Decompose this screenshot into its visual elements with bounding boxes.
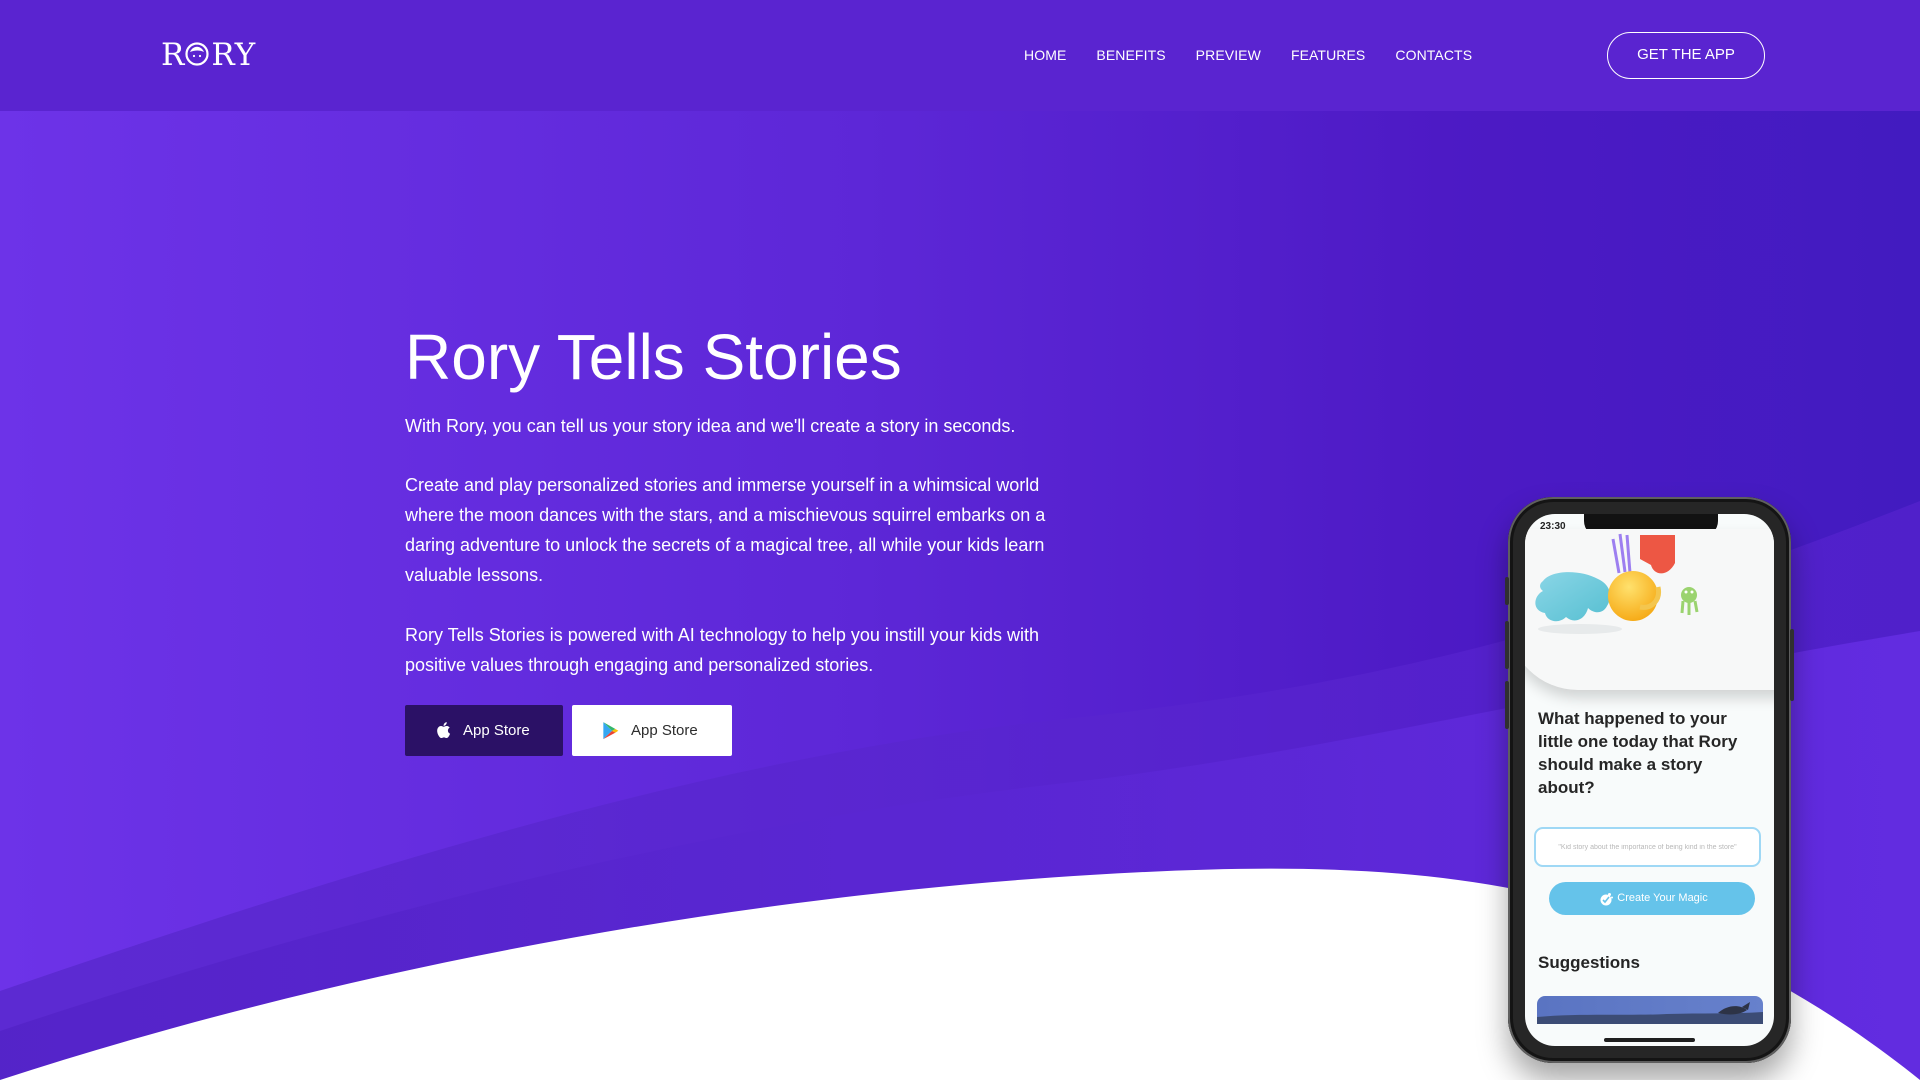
phone-mockup: 23:30 What happened to your little one t… xyxy=(1505,497,1794,1063)
landing-page: R RY HOME BENEFITS PREVIEW FEATURES CONTA… xyxy=(0,0,1920,1080)
create-your-magic-button[interactable]: Create Your Magic xyxy=(1549,882,1755,915)
hero-subtitle: With Rory, you can tell us your story id… xyxy=(405,416,1016,436)
phone-screen: 23:30 What happened to your little one t… xyxy=(1525,514,1774,1046)
nav-home[interactable]: HOME xyxy=(1024,48,1066,62)
story-illustration-card xyxy=(1525,529,1774,690)
suggestion-card-image xyxy=(1537,1002,1763,1024)
phone-power-button xyxy=(1790,629,1794,701)
phone-volume-up xyxy=(1505,621,1509,669)
hero-copy: Rory Tells Stories With Rory, you can te… xyxy=(405,318,1055,680)
phone-mute-switch xyxy=(1505,577,1509,605)
story-illustration xyxy=(1535,533,1699,634)
google-play-store-button[interactable]: App Store xyxy=(572,705,732,756)
primary-navigation: HOME BENEFITS PREVIEW FEATURES CONTACTS xyxy=(1024,48,1502,62)
google-play-store-label: App Store xyxy=(631,722,698,739)
nav-benefits[interactable]: BENEFITS xyxy=(1096,48,1165,62)
logo-text-rest: RY xyxy=(211,37,257,73)
suggestion-card[interactable] xyxy=(1537,996,1763,1024)
google-play-icon xyxy=(603,722,619,740)
hero-title: Rory Tells Stories xyxy=(405,321,902,393)
rory-face-icon xyxy=(185,42,209,66)
story-question: What happened to your little one today t… xyxy=(1538,709,1738,797)
hero-description-primary: Create and play personalized stories and… xyxy=(405,475,1046,585)
create-button-label: Create Your Magic xyxy=(1617,892,1708,904)
suggestions-title: Suggestions xyxy=(1538,953,1641,972)
hero-description-secondary: Rory Tells Stories is powered with AI te… xyxy=(405,625,1039,675)
store-buttons: App Store App Store xyxy=(405,705,732,756)
logo-text: R xyxy=(161,37,186,73)
nav-features[interactable]: FEATURES xyxy=(1291,48,1365,62)
phone-volume-down xyxy=(1505,681,1509,729)
get-the-app-button[interactable]: GET THE APP xyxy=(1607,32,1765,79)
apple-icon xyxy=(437,722,451,739)
magic-sparkle-icon xyxy=(1600,893,1613,906)
nav-contacts[interactable]: CONTACTS xyxy=(1395,48,1472,62)
story-idea-input[interactable] xyxy=(1534,827,1761,867)
site-header: R RY HOME BENEFITS PREVIEW FEATURES CONTA… xyxy=(0,0,1920,111)
apple-app-store-button[interactable]: App Store xyxy=(405,705,563,756)
home-indicator xyxy=(1604,1038,1695,1042)
rory-logo[interactable]: R RY xyxy=(161,35,261,75)
hero-section: Rory Tells Stories With Rory, you can te… xyxy=(0,111,1920,1080)
apple-store-label: App Store xyxy=(463,722,530,739)
nav-preview[interactable]: PREVIEW xyxy=(1196,48,1261,62)
